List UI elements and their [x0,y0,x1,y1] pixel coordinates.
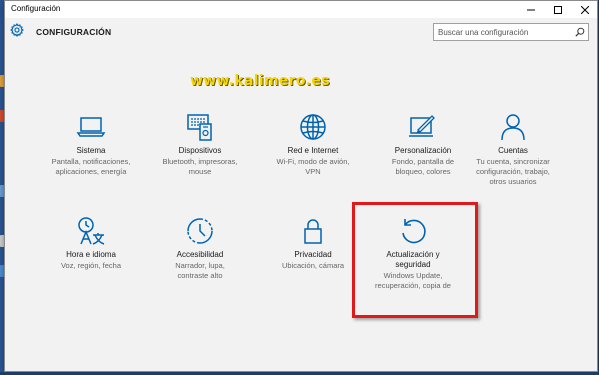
settings-window: Configuración CONFIGURACIÓN www.kalimero… [4,0,598,372]
tile-description: Bluetooth, impresoras, mouse [144,157,256,177]
maximize-icon [553,5,562,14]
personalization-icon [409,115,435,137]
search-input[interactable] [438,26,566,38]
title-bar[interactable]: Configuración [5,1,597,18]
close-icon [580,5,589,14]
settings-header: CONFIGURACIÓN [5,18,597,48]
tile-hora-idioma[interactable]: Hora e idioma Voz, región, fecha [35,215,147,271]
tile-title: Red e Internet [287,146,339,155]
tile-description-line: otros usuarios [489,177,537,186]
tile-description-line: VPN [305,167,321,176]
gear-icon [10,23,24,37]
tile-description-line: aplicaciones, energía [55,167,127,176]
search-icon[interactable] [575,27,585,37]
person-icon [501,114,525,141]
minimize-button[interactable] [517,1,544,18]
tile-description: Tu cuenta, sincronizar configuración, tr… [457,157,569,187]
tile-title: Hora e idioma [66,250,116,259]
window-title: Configuración [11,4,61,13]
tile-description-line: Narrador, lupa, [175,261,225,270]
tile-description-line: Wi-Fi, modo de avión, [276,157,350,166]
tile-description-line: Voz, región, fecha [60,261,122,270]
tile-description: Wi-Fi, modo de avión, VPN [257,157,369,177]
lock-icon [304,219,322,244]
tile-description: Narrador, lupa, contraste alto [144,261,256,281]
minimize-icon [526,9,535,10]
ease-of-access-icon [187,218,213,244]
close-button[interactable] [571,1,598,18]
tile-description-line: contraste alto [177,271,223,280]
tile-cuentas[interactable]: Cuentas Tu cuenta, sincronizar configura… [457,111,569,187]
tile-title: Accesibilidad [176,250,224,259]
devices-icon [187,114,212,141]
red-highlight-box [352,202,478,318]
tile-description-line: Pantalla, notificaciones, [51,157,131,166]
tile-description-line: Tu cuenta, sincronizar [476,157,550,166]
tile-description-line: mouse [188,167,212,176]
time-language-icon [78,217,105,245]
tile-dispositivos[interactable]: Dispositivos Bluetooth, impresoras, mous… [144,111,256,177]
laptop-icon [76,117,106,137]
tile-description-line: configuración, trabajo, [476,167,550,176]
search-box[interactable] [433,23,589,41]
tile-accesibilidad[interactable]: Accesibilidad Narrador, lupa, contraste … [144,215,256,281]
tile-description: Voz, región, fecha [35,261,147,271]
tile-title: Sistema [76,146,106,155]
tile-red-internet[interactable]: Red e Internet Wi-Fi, modo de avión, VPN [257,111,369,177]
tile-title: Cuentas [498,146,528,155]
globe-icon [300,114,326,140]
tile-sistema[interactable]: Sistema Pantalla, notificaciones, aplica… [35,111,147,177]
tile-title: Dispositivos [178,146,222,155]
tile-description: Pantalla, notificaciones, aplicaciones, … [35,157,147,177]
page-title: CONFIGURACIÓN [36,27,112,37]
tile-description-line: Bluetooth, impresoras, [162,157,238,166]
maximize-button[interactable] [544,1,571,18]
watermark-text: www.kalimero.es [190,73,330,89]
